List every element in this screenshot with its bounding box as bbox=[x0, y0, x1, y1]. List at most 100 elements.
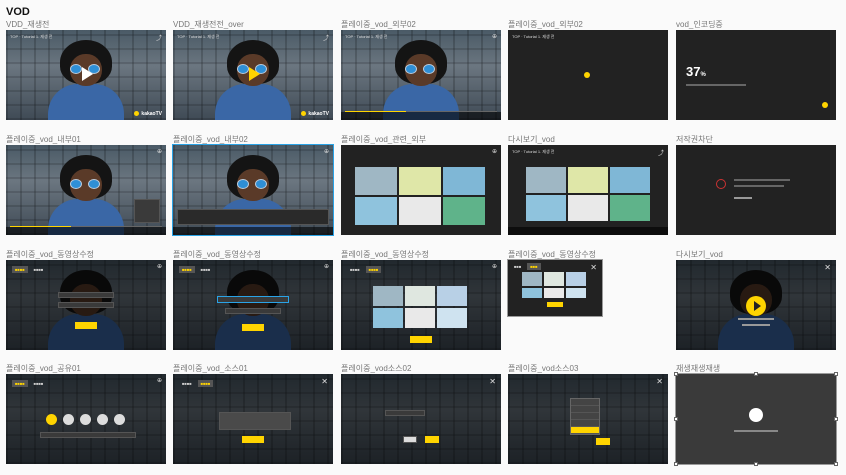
edit-tabs[interactable]: ■■■■ ■■■■ bbox=[179, 266, 216, 273]
thumbnail-card[interactable]: VDD_재생전전_over TOP · Tutorial 1. 재생 전 ⤴ k… bbox=[173, 19, 333, 120]
encoding-progress: 37% bbox=[686, 64, 706, 79]
resize-handle[interactable] bbox=[754, 372, 758, 376]
thumbnail-card[interactable]: 플레이중_vod_내부01 ⊕ bbox=[6, 134, 166, 235]
embed-code-box[interactable] bbox=[219, 412, 291, 430]
thumbnail-card[interactable]: 플레이중_vod_관련_외부 ⊕ bbox=[341, 134, 501, 235]
close-icon[interactable]: ✕ bbox=[321, 377, 328, 386]
kakao-logo-icon: ⊕ bbox=[323, 264, 329, 270]
thumbnail-card[interactable]: 다시보기_vod ✕ bbox=[676, 249, 836, 350]
thumbnail-image[interactable]: TOP · Tutorial 1. 재생 전 ⊕ bbox=[341, 30, 501, 120]
loading-dot bbox=[584, 72, 590, 78]
edit-tabs[interactable]: ■■■■ ■■■■ bbox=[347, 266, 384, 273]
share-icon[interactable]: ⤴ bbox=[156, 33, 162, 42]
title-input[interactable] bbox=[58, 292, 114, 298]
resize-handle[interactable] bbox=[674, 417, 678, 421]
kakao-logo-icon: ⊕ bbox=[491, 149, 497, 155]
thumbnail-image[interactable]: ⊕ bbox=[6, 145, 166, 235]
share-url-field[interactable] bbox=[40, 432, 136, 438]
thumbnail-card[interactable]: VDD_재생전 TOP · Tutorial 1. 재생 전 ⤴ kakaoTV bbox=[6, 19, 166, 120]
resize-handle[interactable] bbox=[674, 462, 678, 466]
thumbnail-card[interactable]: 플레이중_vod_내부02 ⊕ bbox=[172, 134, 334, 236]
thumbnail-label: 다시보기_vod bbox=[676, 250, 723, 259]
thumbnail-label: 플레이중_vod_내부02 bbox=[173, 135, 248, 144]
resize-handle[interactable] bbox=[834, 372, 838, 376]
resize-handle[interactable] bbox=[674, 372, 678, 376]
thumbnail-card[interactable]: 플레이중_vod_공유01 ■■■■ ■■■■ ⊕ bbox=[6, 363, 166, 464]
thumbnail-card[interactable]: vod_인코딩중 37% bbox=[676, 19, 836, 120]
confirm-button[interactable] bbox=[410, 336, 432, 343]
confirm-button[interactable] bbox=[547, 302, 563, 307]
share-tabs[interactable]: ■■■■ ■■■■ bbox=[12, 380, 49, 387]
option-row[interactable] bbox=[225, 308, 281, 314]
replay-button[interactable] bbox=[746, 296, 766, 316]
play-icon[interactable] bbox=[82, 67, 93, 81]
thumbnail-label: VDD_재생전전_over bbox=[173, 20, 244, 29]
play-icon[interactable] bbox=[249, 67, 260, 81]
thumbnail-image[interactable]: TOP · Tutorial 1. 재생 전 ⤴ kakaoTV bbox=[173, 30, 333, 120]
share-options[interactable] bbox=[46, 412, 131, 430]
close-icon[interactable]: ✕ bbox=[656, 377, 663, 386]
thumbnail-card[interactable]: 플레이중_vod_소스01 ■■■■ ■■■■ ✕ bbox=[173, 363, 333, 464]
thumbnail-image[interactable] bbox=[675, 373, 837, 465]
size-dropdown[interactable] bbox=[570, 398, 600, 435]
close-icon[interactable]: ✕ bbox=[824, 263, 831, 272]
preview-strip[interactable] bbox=[177, 209, 329, 225]
thumbnail-image[interactable]: TOP · Tutorial 1. 재생 전 ⤴ bbox=[508, 145, 668, 235]
kakao-logo-icon: ⊕ bbox=[156, 149, 162, 155]
resize-handle[interactable] bbox=[834, 417, 838, 421]
copy-button[interactable] bbox=[242, 436, 264, 443]
share-icon[interactable]: ⤴ bbox=[323, 33, 329, 42]
thumbnail-image[interactable]: TOP · Tutorial 1. 재생 전 bbox=[508, 30, 668, 120]
player-controls[interactable] bbox=[173, 227, 333, 235]
brand-logo: kakaoTV bbox=[134, 111, 162, 117]
thumbnail-card[interactable]: 저작권차단 bbox=[676, 134, 836, 235]
player-controls[interactable] bbox=[341, 112, 501, 120]
confirm-button[interactable] bbox=[425, 436, 439, 443]
thumbnail-card[interactable]: 플레이중_vod소스03 ✕ bbox=[508, 363, 668, 464]
player-controls[interactable] bbox=[6, 227, 166, 235]
thumbnail-label: 플레이중_vod_동영상수정 bbox=[508, 250, 597, 259]
edit-tabs[interactable]: ■■■ ■■■ bbox=[511, 263, 544, 270]
resize-handle[interactable] bbox=[834, 462, 838, 466]
thumbnail-image[interactable] bbox=[676, 145, 836, 235]
kakao-logo-icon: ⊕ bbox=[491, 264, 497, 270]
confirm-button[interactable] bbox=[596, 438, 610, 445]
kakao-tv-logo-icon bbox=[749, 408, 763, 422]
close-icon[interactable]: ✕ bbox=[590, 263, 597, 272]
source-tabs[interactable]: ■■■■ ■■■■ bbox=[179, 380, 216, 387]
thumbnail-card[interactable]: 플레이중_vod_외부02 TOP · Tutorial 1. 재생 전 ⊕ bbox=[341, 19, 501, 120]
kakao-logo-icon: ⊕ bbox=[156, 378, 162, 384]
thumbnail-label: vod_인코딩중 bbox=[676, 20, 723, 29]
thumbnail-label: 플레이중_vod_외부02 bbox=[508, 20, 583, 29]
thumbnail-image[interactable]: ⊕ bbox=[172, 144, 334, 236]
thumbnail-card[interactable]: 플레이중_vod_동영상수정 ■■■■ ■■■■ ⊕ bbox=[173, 249, 333, 350]
share-icon[interactable]: ⤴ bbox=[658, 148, 664, 157]
title-input[interactable] bbox=[217, 296, 289, 303]
resize-handle[interactable] bbox=[754, 462, 758, 466]
thumbnail-label: 플레이중_vod소스02 bbox=[341, 364, 412, 373]
edit-tabs[interactable]: ■■■■ ■■■■ bbox=[12, 266, 49, 273]
thumbnail-card[interactable]: 플레이중_vod_동영상수정 ■■■ ■■■ ✕ bbox=[507, 249, 668, 317]
size-select[interactable] bbox=[385, 410, 425, 416]
confirm-button[interactable] bbox=[75, 322, 97, 329]
thumbnail-card[interactable]: 플레이중_vod소스02 ✕ bbox=[341, 363, 501, 464]
thumbnail-card[interactable]: 재생재생재생 bbox=[674, 363, 838, 466]
thumbnail-label: 플레이중_vod_외부02 bbox=[341, 20, 416, 29]
thumbnail-image[interactable]: ⊕ bbox=[341, 145, 501, 235]
confirm-button[interactable] bbox=[242, 324, 264, 331]
thumbnail-label: 플레이중_vod_관련_외부 bbox=[341, 135, 427, 144]
close-icon[interactable]: ✕ bbox=[489, 377, 496, 386]
thumbnail-label: 플레이중_vod_공유01 bbox=[6, 364, 81, 373]
thumbnail-card[interactable]: 플레이중_vod_동영상수정 ■■■■ ■■■■ ⊕ bbox=[341, 249, 501, 350]
person-figure bbox=[48, 155, 124, 235]
option-row[interactable] bbox=[58, 302, 114, 308]
thumbnail-card[interactable]: 다시보기_vod TOP · Tutorial 1. 재생 전 ⤴ bbox=[508, 134, 668, 235]
thumbnail-image[interactable]: ■■■ ■■■ ✕ bbox=[507, 259, 603, 317]
thumbnail-card[interactable]: 플레이중_vod_외부02 TOP · Tutorial 1. 재생 전 bbox=[508, 19, 668, 120]
player-controls[interactable] bbox=[508, 227, 668, 235]
thumbnail-image[interactable]: 37% bbox=[676, 30, 836, 120]
thumbnail-image[interactable]: TOP · Tutorial 1. 재생 전 ⤴ kakaoTV bbox=[6, 30, 166, 120]
quality-menu[interactable] bbox=[134, 199, 160, 223]
thumbnail-card[interactable]: 플레이중_vod_동영상수정 ■■■■ ■■■■ ⊕ bbox=[6, 249, 166, 350]
cancel-button[interactable] bbox=[403, 436, 417, 443]
